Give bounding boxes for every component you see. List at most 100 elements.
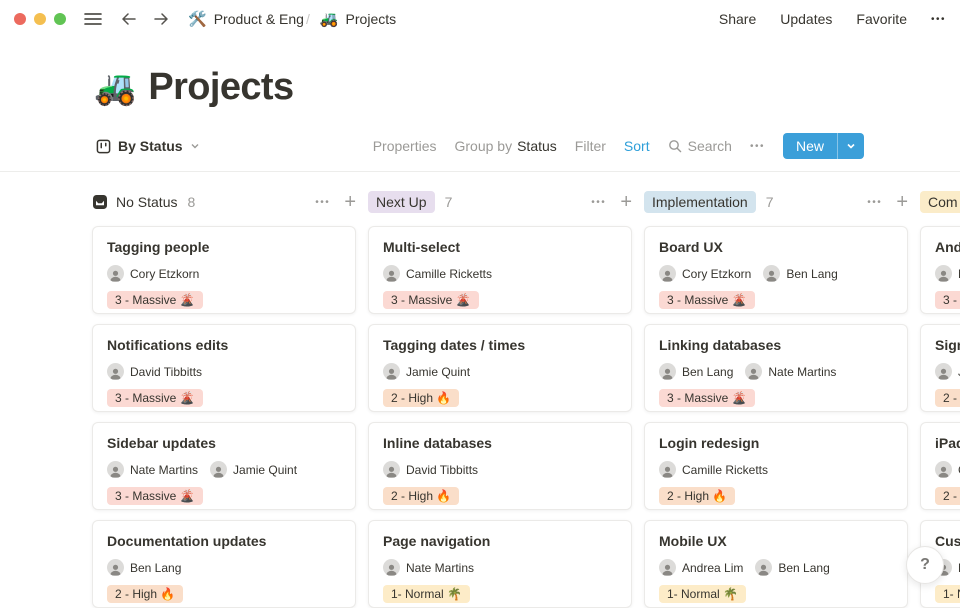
view-switcher[interactable]: By Status [96, 138, 200, 154]
column-header: Implementation 7 ••• + [644, 188, 908, 216]
card-assignees: N [935, 265, 960, 282]
column-title: No Status [116, 194, 177, 210]
assignee: Ben Lang [659, 363, 733, 380]
assignee: Andrea Lim [659, 559, 743, 576]
column-add-icon[interactable]: + [896, 192, 908, 212]
chevron-down-icon [190, 141, 200, 151]
column-add-icon[interactable]: + [620, 192, 632, 212]
card-assignees: Cory Etzkorn Ben Lang [659, 265, 893, 282]
assignee: Camille Ricketts [383, 265, 492, 282]
assignee-name: Nate Martins [768, 365, 836, 379]
column-more-icon[interactable]: ••• [867, 197, 882, 208]
search-label: Search [688, 138, 732, 154]
project-card[interactable]: Linking databases Ben Lang Nate Martins … [644, 324, 908, 412]
project-card[interactable]: Notifications edits David Tibbitts 3 - M… [92, 324, 356, 412]
sort-button[interactable]: Sort [624, 138, 650, 154]
sidebar-toggle-icon[interactable] [80, 10, 106, 28]
back-arrow-icon[interactable] [116, 9, 142, 29]
minimize-window-icon[interactable] [34, 13, 46, 25]
avatar-icon [107, 559, 124, 576]
page-icon-tractor[interactable]: 🚜 [94, 71, 136, 105]
avatar-icon [659, 363, 676, 380]
project-card[interactable]: Multi-select Camille Ricketts 3 - Massiv… [368, 226, 632, 314]
card-title: Mobile UX [659, 533, 893, 549]
topbar-actions: Share Updates Favorite ••• [719, 11, 946, 27]
breadcrumb-page[interactable]: 🚜 Projects [320, 10, 396, 28]
search-button[interactable]: Search [668, 138, 732, 154]
column-add-icon[interactable]: + [344, 192, 356, 212]
priority-pill: 2 - High 🔥 [383, 487, 459, 505]
new-dropdown-caret[interactable] [837, 133, 864, 159]
assignee: J [935, 363, 960, 380]
assignee: Ben Lang [755, 559, 829, 576]
project-card[interactable]: Page navigation Nate Martins 1- Normal 🌴 [368, 520, 632, 608]
avatar-icon [935, 363, 952, 380]
project-card[interactable]: And N 3 - M [920, 226, 960, 314]
priority-pill: 2 - H [935, 487, 960, 505]
favorite-button[interactable]: Favorite [856, 11, 907, 27]
card-title: Tagging dates / times [383, 337, 617, 353]
card-title: Notifications edits [107, 337, 341, 353]
card-title: Inline databases [383, 435, 617, 451]
board-column: Next Up 7 ••• + Multi-select Camille Ric… [368, 188, 632, 608]
card-assignees: J [935, 363, 960, 380]
column-header: Next Up 7 ••• + [368, 188, 632, 216]
toolbar-more-icon[interactable]: ••• [750, 141, 765, 152]
priority-pill: 1- Normal 🌴 [383, 585, 470, 603]
column-more-icon[interactable]: ••• [591, 197, 606, 208]
column-more-icon[interactable]: ••• [315, 197, 330, 208]
breadcrumb-workspace-label: Product & Eng [214, 11, 304, 27]
filter-button[interactable]: Filter [575, 138, 606, 154]
new-button-label[interactable]: New [783, 133, 837, 159]
assignee: Nate Martins [107, 461, 198, 478]
project-card[interactable]: Inline databases David Tibbitts 2 - High… [368, 422, 632, 510]
more-options-icon[interactable]: ••• [931, 14, 946, 25]
avatar-icon [107, 265, 124, 282]
avatar-icon [745, 363, 762, 380]
traffic-lights [14, 13, 66, 25]
project-card[interactable]: Tagging dates / times Jamie Quint 2 - Hi… [368, 324, 632, 412]
view-switcher-label: By Status [118, 138, 183, 154]
project-card[interactable]: iPad C 2 - H [920, 422, 960, 510]
project-card[interactable]: Sign J 2 - H [920, 324, 960, 412]
project-card[interactable]: Documentation updates Ben Lang 2 - High … [92, 520, 356, 608]
forward-arrow-icon[interactable] [148, 9, 174, 29]
assignee-name: Ben Lang [682, 365, 733, 379]
page-header: 🚜 Projects [94, 66, 960, 109]
breadcrumb-separator: / [306, 11, 310, 27]
priority-pill: 1- Normal 🌴 [659, 585, 746, 603]
project-card[interactable]: Login redesign Camille Ricketts 2 - High… [644, 422, 908, 510]
column-cards: Board UX Cory Etzkorn Ben Lang 3 - Massi… [644, 226, 908, 608]
page-title: Projects [148, 66, 293, 109]
properties-button[interactable]: Properties [373, 138, 437, 154]
priority-pill: 3 - M [935, 291, 960, 309]
updates-button[interactable]: Updates [780, 11, 832, 27]
avatar-icon [107, 461, 124, 478]
assignee: Ben Lang [107, 559, 181, 576]
card-assignees: Ben Lang [107, 559, 341, 576]
card-title: Sidebar updates [107, 435, 341, 451]
card-assignees: Camille Ricketts [659, 461, 893, 478]
no-status-icon [92, 194, 108, 210]
new-button[interactable]: New [783, 133, 864, 159]
project-card[interactable]: Sidebar updates Nate Martins Jamie Quint… [92, 422, 356, 510]
column-cards: Multi-select Camille Ricketts 3 - Massiv… [368, 226, 632, 608]
card-title: Login redesign [659, 435, 893, 451]
priority-pill: 2 - High 🔥 [659, 487, 735, 505]
card-title: Tagging people [107, 239, 341, 255]
group-by-button[interactable]: Group by Status [455, 138, 557, 154]
project-card[interactable]: Mobile UX Andrea Lim Ben Lang 1- Normal … [644, 520, 908, 608]
assignee: Cory Etzkorn [659, 265, 751, 282]
assignee: Jamie Quint [383, 363, 470, 380]
project-card[interactable]: Tagging people Cory Etzkorn 3 - Massive … [92, 226, 356, 314]
chevron-down-icon [846, 141, 856, 151]
zoom-window-icon[interactable] [54, 13, 66, 25]
column-count: 7 [445, 194, 453, 210]
assignee-name: Cory Etzkorn [682, 267, 751, 281]
close-window-icon[interactable] [14, 13, 26, 25]
breadcrumb-workspace[interactable]: 🛠️ Product & Eng [188, 10, 304, 28]
project-card[interactable]: Board UX Cory Etzkorn Ben Lang 3 - Massi… [644, 226, 908, 314]
help-button[interactable]: ? [906, 546, 944, 584]
column-count: 8 [187, 194, 195, 210]
share-button[interactable]: Share [719, 11, 756, 27]
